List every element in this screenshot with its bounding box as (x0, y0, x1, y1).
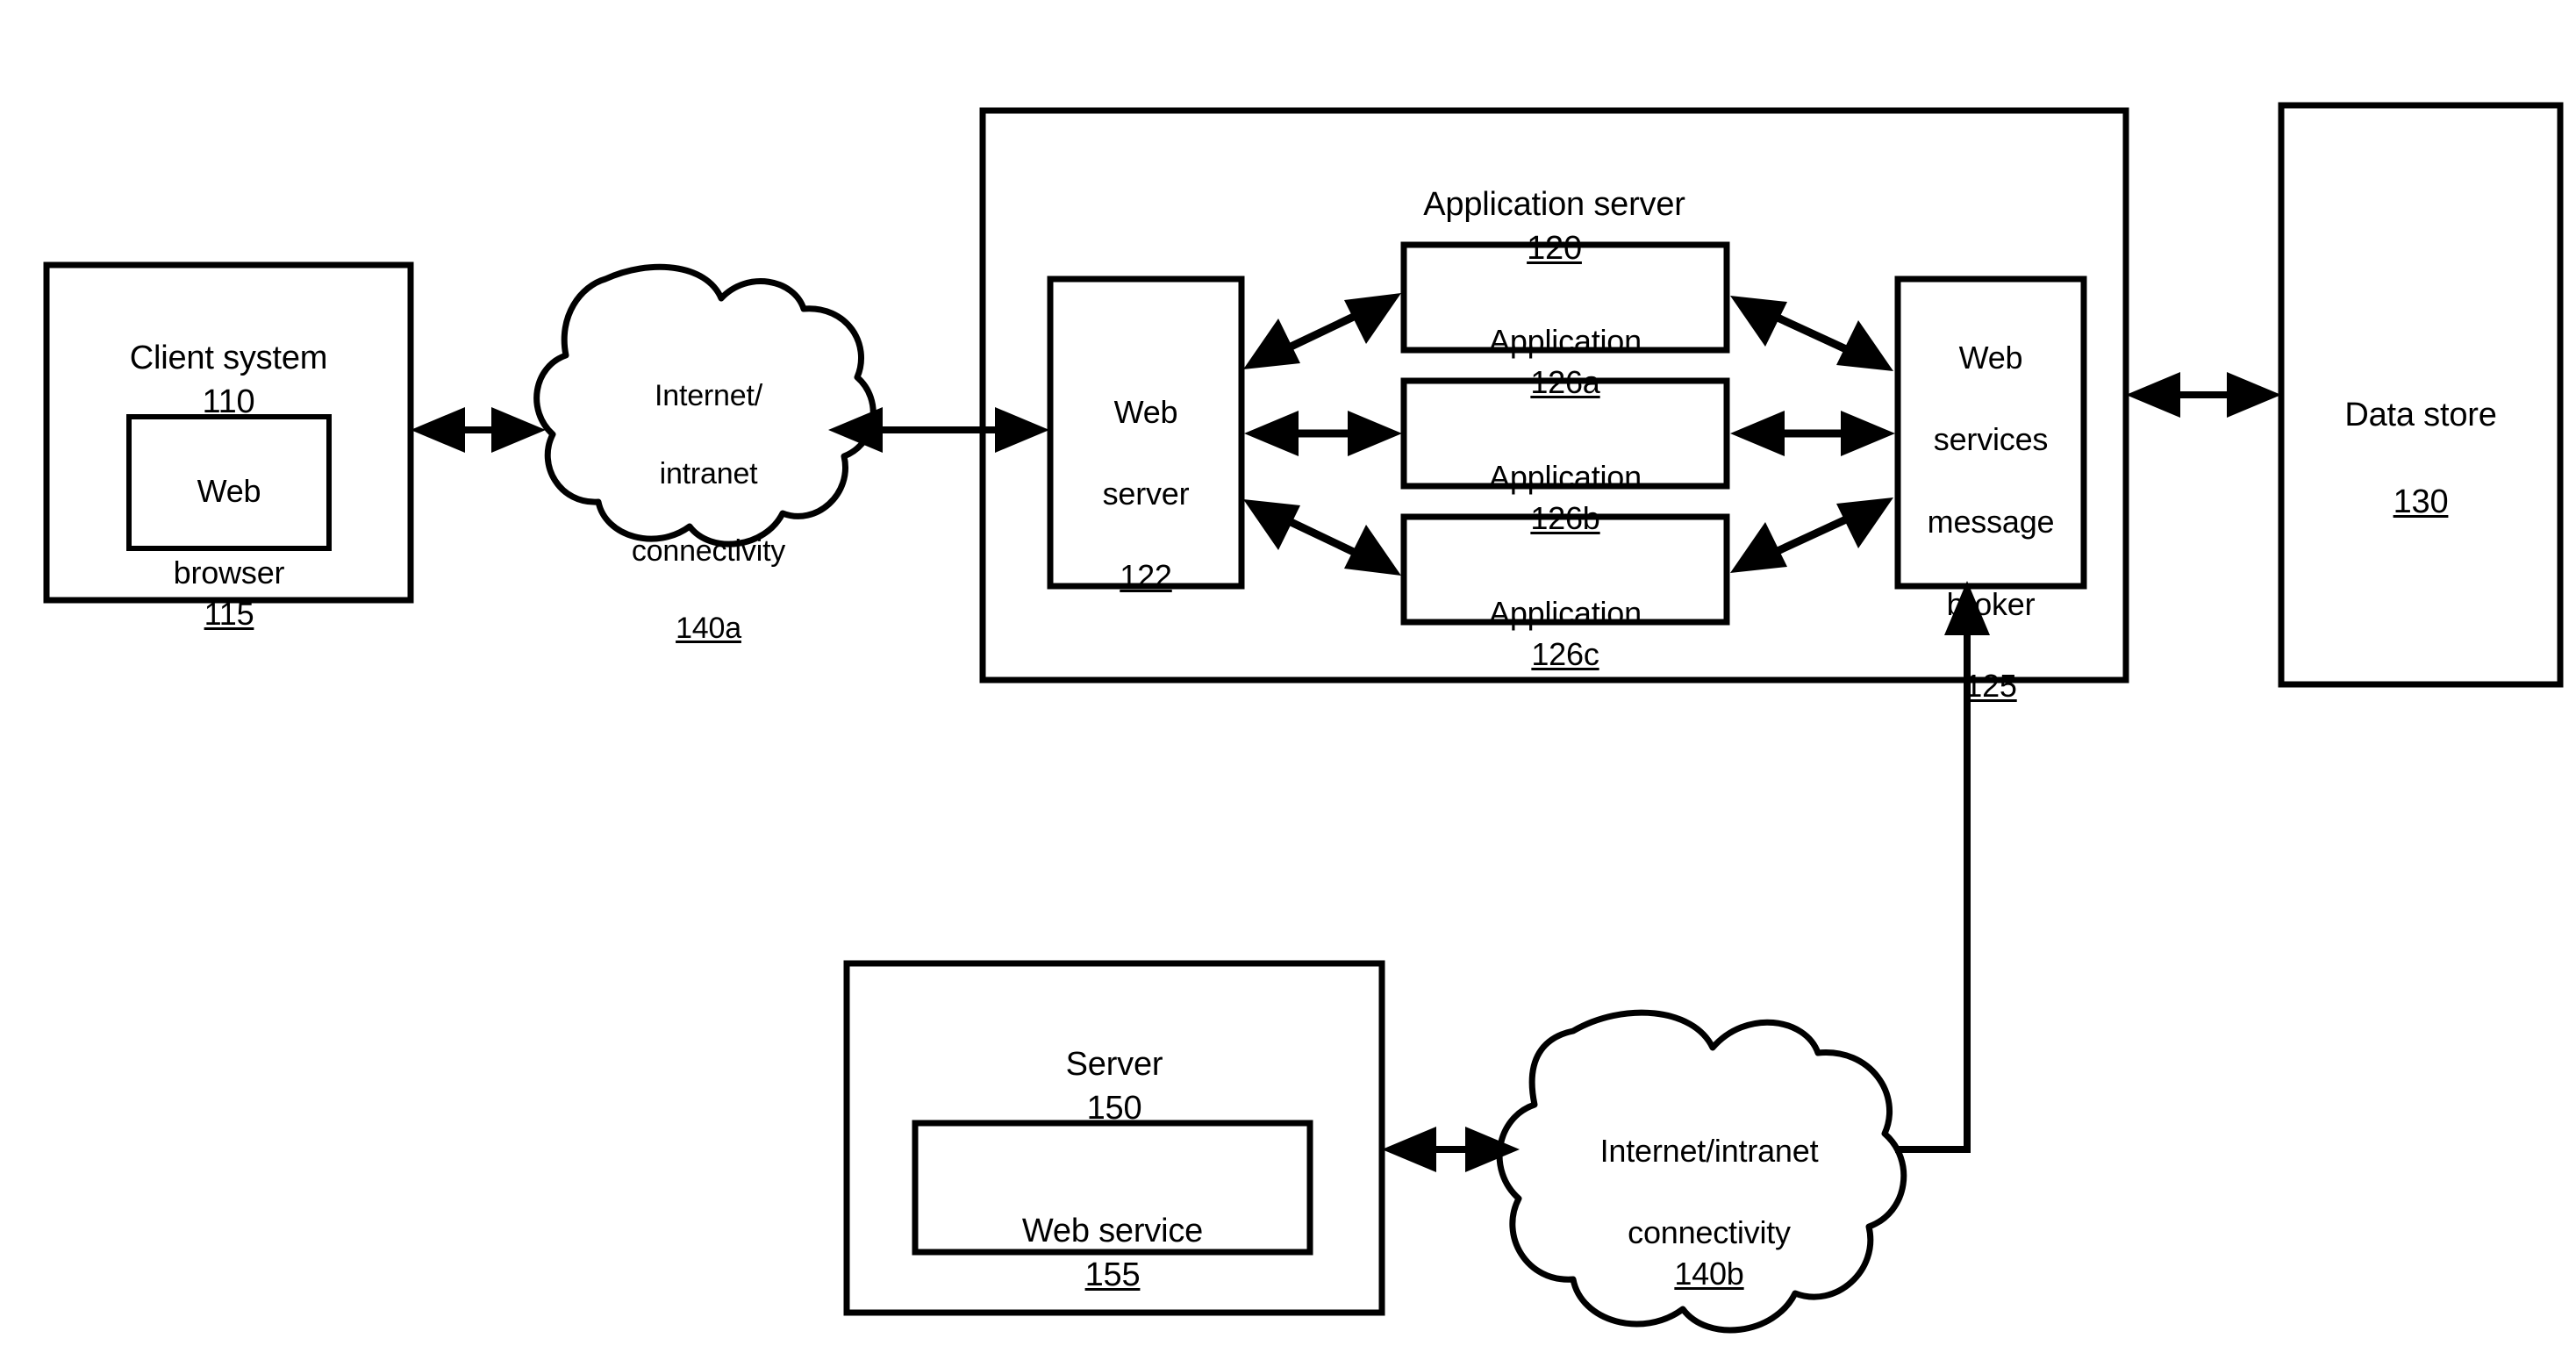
web-browser-label: Web browser 115 (173, 472, 285, 633)
web-service-label: Web service 155 (1021, 1213, 1204, 1293)
web-server-label: Web server 122 (1102, 393, 1190, 594)
figure-canvas: Client system 110 Web browser 115 Intern… (0, 0, 2576, 1360)
server-150-ref: 150 (1086, 1089, 1142, 1127)
application-server-ref: 120 (1527, 229, 1582, 267)
client-system-ref: 110 (202, 383, 255, 420)
server-150-label: Server 150 (1065, 1046, 1163, 1127)
application-126c-label: Application 126c (1489, 594, 1642, 672)
cloud-140b-ref: 140b (1674, 1256, 1744, 1292)
connector-appserver-to-datastore (2126, 372, 2281, 418)
cloud-140a-label: Internet/ intranet connectivity 140a (631, 379, 786, 646)
application-126b-ref: 126b (1530, 499, 1600, 536)
web-service-ref: 155 (1084, 1256, 1141, 1293)
message-broker-ref: 125 (1964, 668, 2017, 705)
connector-client-to-cloud140a (411, 407, 546, 453)
message-broker-label: Web services message broker 125 (1927, 339, 2055, 705)
application-126b-label: Application 126b (1489, 458, 1642, 536)
application-126a-ref: 126a (1530, 363, 1600, 400)
application-server-label: Application server 120 (1423, 186, 1685, 267)
web-browser-ref: 115 (204, 596, 254, 633)
web-server-ref: 122 (1120, 557, 1172, 594)
application-126a-label: Application 126a (1489, 322, 1642, 400)
client-system-label: Client system 110 (129, 340, 328, 420)
cloud-140a-ref: 140a (676, 612, 741, 646)
data-store-label: Data store 130 (2344, 397, 2497, 521)
data-store-ref: 130 (2393, 483, 2449, 521)
application-126c-ref: 126c (1531, 635, 1599, 672)
cloud-140b-label: Internet/intranet connectivity 140b (1599, 1132, 1819, 1292)
